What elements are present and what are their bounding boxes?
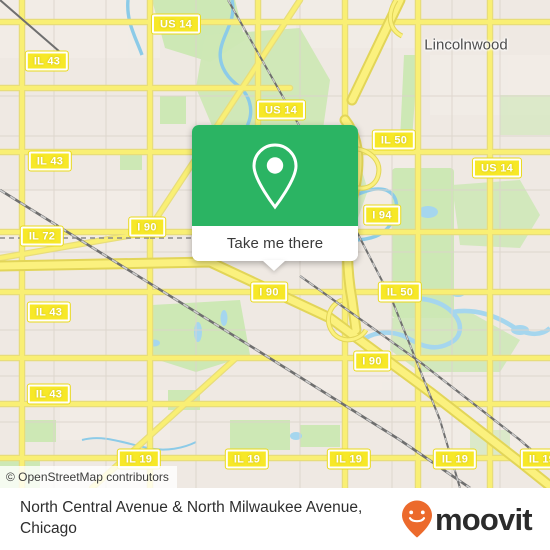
road-shield: I 90	[251, 282, 287, 302]
road-shield: US 14	[151, 14, 201, 34]
moovit-map-screen: US 14 IL 43 US 14 IL 50 IL 43 US 14 I 90 I 94 IL…	[0, 0, 550, 550]
road-shield: IL 50	[378, 282, 422, 302]
map-canvas[interactable]: US 14 IL 43 US 14 IL 50 IL 43 US 14 I 90 I 94 IL…	[0, 0, 550, 488]
road-shield-label: IL 19	[528, 453, 550, 466]
road-shield: IL 19	[327, 449, 371, 469]
road-shield-label: US 14	[159, 18, 193, 31]
road-shield: I 90	[354, 351, 390, 371]
moovit-pin-icon	[402, 500, 432, 538]
road-shield: IL 19	[433, 449, 477, 469]
road-shield: I 94	[364, 205, 400, 225]
city-label: Lincolnwood	[424, 36, 508, 54]
road-shield-label: I 90	[137, 221, 157, 234]
road-shield: IL 50	[372, 130, 416, 150]
osm-attribution[interactable]: © OpenStreetMap contributors	[0, 466, 177, 488]
road-shield-label: I 90	[362, 355, 382, 368]
road-shield: US 14	[256, 100, 306, 120]
road-shield-label: IL 19	[441, 453, 469, 466]
road-shield: IL 43	[28, 151, 72, 171]
road-shield-label: IL 19	[335, 453, 363, 466]
road-shield: IL 43	[27, 302, 71, 322]
road-shield-label: IL 50	[380, 134, 408, 147]
road-shield-label: IL 50	[386, 286, 414, 299]
road-shield-label: IL 43	[35, 306, 63, 319]
road-shield: IL 19	[225, 449, 269, 469]
road-shield: IL 43	[27, 384, 71, 404]
road-shield: IL 72	[20, 226, 64, 246]
take-me-there-callout[interactable]: Take me there	[192, 125, 358, 271]
moovit-logo[interactable]: moovit	[400, 499, 550, 539]
footer-bar: North Central Avenue & North Milwaukee A…	[0, 488, 550, 550]
road-shield: US 14	[472, 158, 522, 178]
road-shield-label: I 90	[259, 286, 279, 299]
road-shield: IL 43	[25, 51, 69, 71]
road-shield-label: I 94	[372, 209, 392, 222]
road-shield-label: IL 72	[28, 230, 56, 243]
road-shield-label: IL 43	[35, 388, 63, 401]
callout-tail	[262, 260, 286, 271]
callout-action[interactable]: Take me there	[192, 226, 358, 261]
road-shield-label: IL 43	[36, 155, 64, 168]
road-shield-label: US 14	[264, 104, 298, 117]
take-me-there-label: Take me there	[226, 235, 324, 252]
callout-header	[192, 125, 358, 226]
road-shield-label: IL 19	[233, 453, 261, 466]
road-shield-label: IL 43	[33, 55, 61, 68]
location-title: North Central Avenue & North Milwaukee A…	[20, 499, 363, 537]
road-shield: I 90	[129, 217, 165, 237]
location-pin-icon	[252, 142, 298, 209]
moovit-wordmark: moovit	[435, 502, 533, 537]
road-shield: IL 19	[520, 449, 550, 469]
road-shield-label: US 14	[480, 162, 514, 175]
